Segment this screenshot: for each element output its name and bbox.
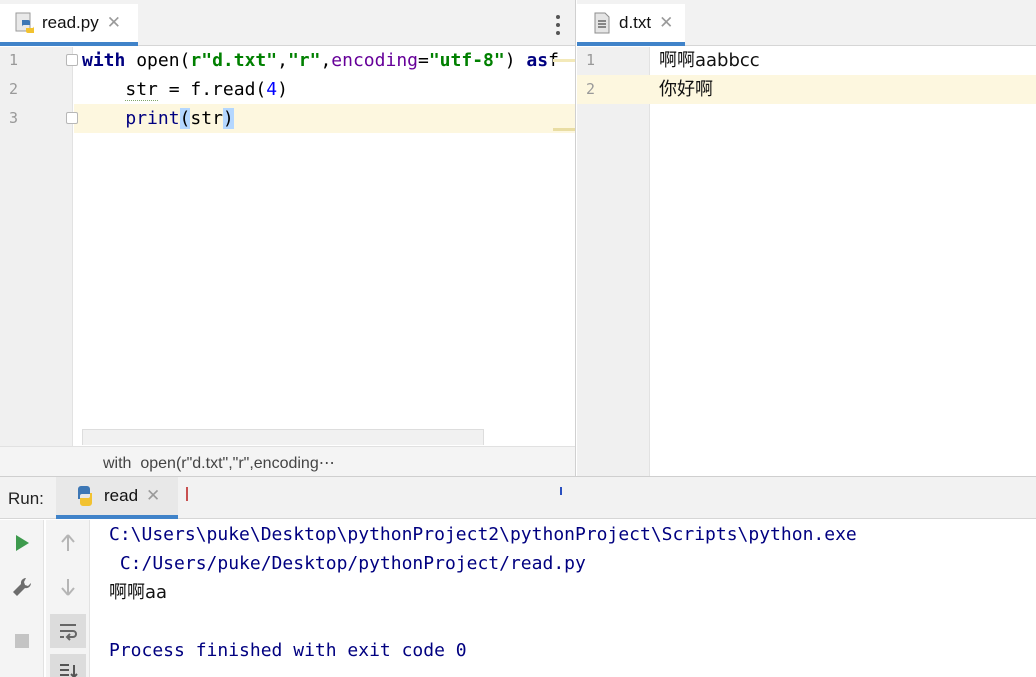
scroll-marker [553,59,575,62]
text-file-icon [591,12,613,34]
horizontal-scrollbar[interactable] [82,429,484,445]
soft-wrap-icon[interactable] [50,614,86,648]
editor-tabbar: d.txt ✕ [577,0,1036,46]
python-file-icon [14,12,36,34]
close-icon[interactable]: ✕ [107,13,121,33]
wrench-icon[interactable] [4,570,40,604]
tab-label: read.py [42,13,99,32]
console-exit-status: Process finished with exit code 0 [109,640,467,661]
close-icon[interactable]: ✕ [146,486,160,506]
editor-pane-d-txt: d.txt ✕ 1 啊啊aabbcc 2 你好啊 [577,0,1036,476]
text-line-1[interactable]: 1 啊啊aabbcc [577,46,1036,75]
scroll-to-end-icon[interactable] [50,654,86,677]
tab-label: d.txt [619,13,652,32]
fold-marker-icon[interactable] [66,54,78,66]
console-line: C:/Users/puke/Desktop/pythonProject/read… [109,553,586,574]
line-number: 1 [9,51,19,69]
arrow-up-icon[interactable] [50,526,86,560]
scroll-marker [553,128,575,131]
tab-read-py[interactable]: read.py ✕ [0,4,138,46]
tab-d-txt[interactable]: d.txt ✕ [577,4,685,46]
editor-tabbar: read.py ✕ [0,0,575,46]
console-line: 啊啊aa [109,582,168,603]
stop-icon[interactable] [4,624,40,658]
close-icon[interactable]: ✕ [659,13,673,33]
run-tab-label: read [104,486,139,505]
console-output[interactable]: C:\Users\puke\Desktop\pythonProject2\pyt… [92,520,1036,677]
line-number: 2 [586,80,596,98]
code-line-3[interactable]: 3 print(str) [0,104,575,133]
code-line-1[interactable]: 1 with open(r"d.txt","r",encoding="utf-8… [0,46,575,75]
run-icon[interactable] [4,526,40,560]
breadcrumb-bar: with open(r"d.txt","r",encoding⋯ [0,446,575,476]
line-number: 2 [9,80,19,98]
code-line-2[interactable]: 2 str = f.read(4) [0,75,575,104]
text-line-2[interactable]: 2 你好啊 [577,75,1036,104]
run-header: Run: read ✕ [0,477,1036,519]
breadcrumb[interactable]: with open(r"d.txt","r",encoding⋯ [103,453,335,473]
console-line: C:\Users\puke\Desktop\pythonProject2\pyt… [109,524,857,545]
line-gutter [577,47,650,476]
line-number: 3 [9,109,19,127]
run-tab-read[interactable]: read ✕ [56,477,178,519]
python-icon [74,485,96,507]
fold-end-marker-icon[interactable] [66,112,78,124]
line-number: 1 [586,51,596,69]
text-content: 啊啊aabbcc [659,50,760,71]
run-toolbar-left [0,520,44,677]
run-toolbar-right [46,520,90,677]
arrow-down-icon[interactable] [50,570,86,604]
code-text: str = f.read(4) [125,79,288,101]
text-content: 你好啊 [659,79,713,100]
run-title: Run: [8,489,44,508]
render-artifact [560,487,562,495]
run-tool-window: Run: read ✕ C:\Users\puke\Desktop\python… [0,476,1036,677]
render-artifact [186,487,188,501]
more-vertical-icon[interactable] [555,14,561,36]
code-text: with open(r"d.txt","r",encoding="utf-8")… [82,50,559,71]
code-text: print(str) [125,108,234,129]
editor-pane-read-py: read.py ✕ 1 with open(r"d.txt","r",encod… [0,0,576,476]
